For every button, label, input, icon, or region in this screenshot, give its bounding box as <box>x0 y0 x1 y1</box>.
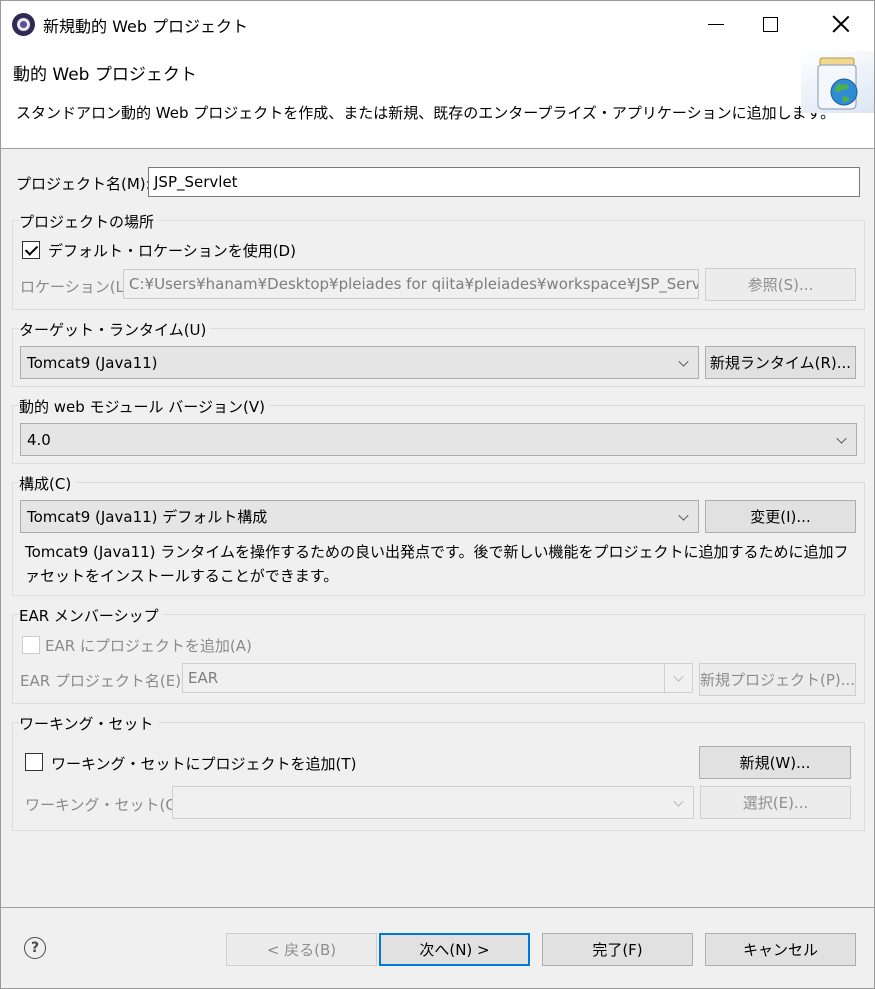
new-ear-project-button[interactable]: 新規プロジェクト(P)... <box>699 663 856 696</box>
close-button[interactable] <box>813 1 868 47</box>
ear-project-name-combo[interactable]: EAR <box>182 663 693 693</box>
ear-dropdown-button[interactable] <box>664 664 692 692</box>
wizard-banner: 動的 Web プロジェクト スタンドアロン動的 Web プロジェクトを作成、また… <box>1 47 874 149</box>
minimize-icon <box>707 23 724 25</box>
help-icon[interactable]: ? <box>24 937 46 959</box>
next-button[interactable]: 次へ(N) > <box>379 933 530 966</box>
banner-title: 動的 Web プロジェクト <box>13 65 197 85</box>
module-version-select[interactable]: 4.0 <box>20 423 857 456</box>
chevron-down-icon <box>678 510 689 521</box>
working-set-title: ワーキング・セット <box>19 713 158 734</box>
location-input[interactable]: C:¥Users¥hanam¥Desktop¥pleiades for qiit… <box>123 269 699 299</box>
project-location-title: プロジェクトの場所 <box>19 211 159 232</box>
configuration-value: Tomcat9 (Java11) デフォルト構成 <box>27 508 268 526</box>
project-name-input[interactable]: JSP_Servlet <box>148 167 860 197</box>
module-version-title: 動的 web モジュール バージョン(V) <box>19 396 269 417</box>
banner-description: スタンドアロン動的 Web プロジェクトを作成、または新規、既存のエンタープライ… <box>16 104 836 122</box>
browse-button[interactable]: 参照(S)... <box>705 268 856 301</box>
working-sets-label: ワーキング・セット(O): <box>25 796 189 814</box>
ear-project-name-label: EAR プロジェクト名(E): <box>20 672 187 690</box>
location-label: ロケーション(L): <box>20 278 135 296</box>
chevron-down-icon <box>678 356 689 367</box>
chevron-down-icon <box>836 433 847 444</box>
close-icon <box>832 15 850 33</box>
back-button[interactable]: < 戻る(B) <box>226 933 377 966</box>
modify-configuration-button[interactable]: 変更(I)... <box>705 500 856 533</box>
select-working-set-button[interactable]: 選択(E)... <box>700 786 851 819</box>
dialog-window: 新規動的 Web プロジェクト 動的 Web プロジェクト スタンドアロン動的 … <box>0 0 875 989</box>
finish-button[interactable]: 完了(F) <box>542 933 693 966</box>
add-to-working-set-label: ワーキング・セットにプロジェクトを追加(T) <box>51 755 357 773</box>
project-name-label: プロジェクト名(M): <box>16 175 151 193</box>
web-project-wizard-icon <box>817 57 858 110</box>
ear-project-name-value[interactable]: EAR <box>183 664 664 692</box>
target-runtime-title: ターゲット・ランタイム(U) <box>19 319 211 340</box>
add-to-ear-checkbox[interactable] <box>22 636 40 654</box>
chevron-down-icon <box>673 671 684 682</box>
target-runtime-value: Tomcat9 (Java11) <box>27 353 158 372</box>
module-version-value: 4.0 <box>27 430 51 449</box>
add-to-ear-label: EAR にプロジェクトを追加(A) <box>45 637 252 655</box>
maximize-button[interactable] <box>743 1 798 47</box>
add-to-working-set-checkbox[interactable] <box>25 753 43 771</box>
use-default-location-checkbox[interactable] <box>22 241 40 259</box>
use-default-location-label: デフォルト・ロケーションを使用(D) <box>48 242 296 260</box>
ear-membership-title: EAR メンバーシップ <box>19 605 163 626</box>
maximize-icon <box>763 16 778 32</box>
new-runtime-button[interactable]: 新規ランタイム(R)... <box>705 346 856 379</box>
configuration-select[interactable]: Tomcat9 (Java11) デフォルト構成 <box>20 500 699 533</box>
target-runtime-select[interactable]: Tomcat9 (Java11) <box>20 346 699 379</box>
title-bar: 新規動的 Web プロジェクト <box>1 1 874 47</box>
eclipse-icon <box>12 13 35 36</box>
minimize-button[interactable] <box>688 1 743 47</box>
working-sets-select[interactable] <box>172 786 694 819</box>
window-title: 新規動的 Web プロジェクト <box>43 17 249 36</box>
configuration-description: Tomcat9 (Java11) ランタイムを操作するための良い出発点です。後で… <box>25 543 849 585</box>
chevron-down-icon <box>673 796 684 807</box>
cancel-button[interactable]: キャンセル <box>705 933 856 966</box>
footer-divider <box>1 907 874 908</box>
new-working-set-button[interactable]: 新規(W)... <box>699 746 851 779</box>
configuration-title: 構成(C) <box>19 473 76 494</box>
